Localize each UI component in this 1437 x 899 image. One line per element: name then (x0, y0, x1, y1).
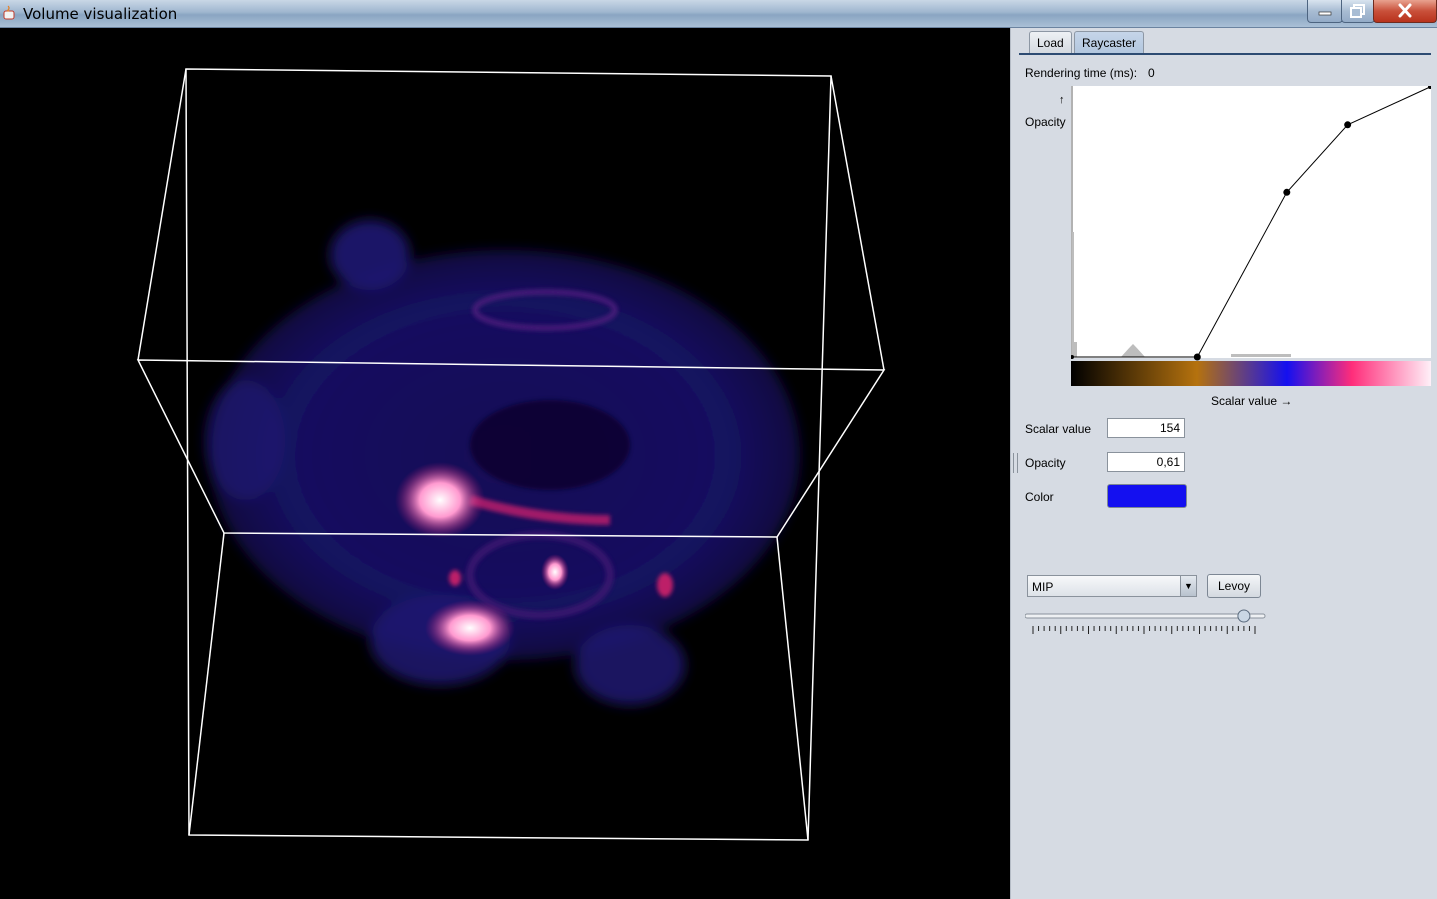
volume-render (136, 68, 886, 841)
tab-load[interactable]: Load (1029, 31, 1072, 54)
opacity-axis-label: Opacity (1025, 115, 1066, 129)
minimize-button[interactable] (1307, 0, 1343, 23)
tf-control-point[interactable] (1193, 353, 1201, 361)
tf-control-point[interactable] (1344, 121, 1352, 129)
render-mode-value: MIP (1032, 580, 1054, 594)
tf-plot-area[interactable] (1071, 86, 1431, 358)
scalar-axis-label: Scalar value → (1211, 394, 1293, 408)
minimize-icon (1318, 11, 1332, 16)
tab-divider (1019, 53, 1431, 55)
render-viewport[interactable] (0, 28, 1010, 899)
slider-track (1025, 613, 1266, 619)
opacity-axis-arrow: ↑ (1059, 94, 1065, 106)
colormap-bar (1071, 361, 1431, 386)
quality-slider[interactable] (1025, 608, 1275, 638)
splitter-grip[interactable] (1013, 453, 1018, 473)
opacity-input[interactable]: 0,61 (1107, 452, 1185, 472)
restore-icon (1350, 4, 1365, 18)
close-icon (1398, 3, 1412, 18)
slider-ticks (1032, 626, 1256, 634)
color-swatch-button[interactable] (1107, 484, 1187, 508)
scalar-value-label: Scalar value (1025, 422, 1092, 436)
transfer-function-editor[interactable] (1071, 86, 1431, 386)
scalar-value-input[interactable]: 154 (1107, 418, 1185, 438)
color-label: Color (1025, 490, 1054, 504)
java-app-icon (3, 5, 15, 20)
tf-control-point[interactable] (1283, 188, 1291, 196)
render-mode-select[interactable]: MIP ▼ (1027, 575, 1197, 597)
chevron-down-icon[interactable]: ▼ (1180, 576, 1196, 596)
levoy-button[interactable]: Levoy (1207, 574, 1261, 598)
opacity-label: Opacity (1025, 456, 1066, 470)
slider-thumb[interactable] (1237, 609, 1251, 623)
maximize-button[interactable] (1341, 0, 1375, 23)
close-button[interactable] (1373, 0, 1437, 23)
rendering-time-label: Rendering time (ms): (1025, 66, 1138, 80)
tab-raycaster[interactable]: Raycaster (1074, 31, 1145, 54)
title-bar[interactable]: Volume visualization (0, 0, 1437, 28)
window-title: Volume visualization (23, 5, 178, 23)
control-panel: Load Raycaster Rendering time (ms): 0 ↑ … (1019, 28, 1437, 899)
rendering-time-value: 0 (1148, 66, 1155, 80)
